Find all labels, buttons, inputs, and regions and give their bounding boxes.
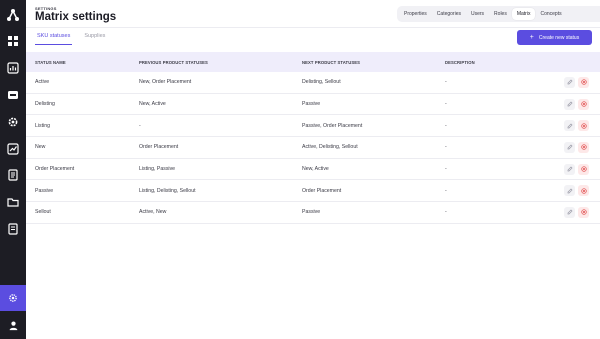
gear-icon[interactable] [6,115,20,129]
status-name-cell: Order Placement [35,166,75,173]
next-statuses-cell: Order Placement [302,187,342,194]
table-row: Sellout Active, New Passive - [26,202,600,224]
row-actions [564,98,589,110]
delete-icon[interactable] [578,163,589,175]
edit-icon[interactable] [564,206,575,218]
next-statuses-cell: Passive [302,101,321,108]
row-actions [564,163,589,175]
edit-icon[interactable] [564,185,575,197]
column-header-previous-statuses: PREVIOUS PRODUCT STATUSES [139,59,208,65]
app-logo-icon[interactable] [5,7,21,23]
tab-matrix[interactable]: Matrix [511,8,536,20]
edit-icon[interactable] [564,163,575,175]
list-icon[interactable] [6,222,20,236]
analytics-icon[interactable] [6,142,20,156]
tab-concepts[interactable]: Concepts [535,8,566,20]
column-header-status-name: STATUS NAME [35,59,66,65]
next-statuses-cell: New, Active [302,166,329,173]
description-cell: - [445,166,447,173]
tab-roles[interactable]: Roles [489,8,512,20]
previous-statuses-cell: New, Active [139,101,166,108]
previous-statuses-cell: Active, New [139,209,167,216]
status-name-cell: Listing [35,122,50,129]
user-profile-icon[interactable] [6,318,20,332]
main-content: SETTINGS Matrix settings Properties Cate… [26,0,600,339]
settings-nav-item[interactable] [0,285,26,311]
row-actions [564,206,589,218]
description-cell: - [445,144,447,151]
row-actions [564,141,589,153]
table-row: Listing - Passive, Order Placement - [26,115,600,138]
next-statuses-cell: Active, Delisting, Sellout [302,144,358,151]
status-name-cell: Passive [35,187,54,194]
row-actions [564,185,589,197]
page-title: Matrix settings [35,11,117,23]
delete-icon[interactable] [578,185,589,197]
delete-icon[interactable] [578,76,589,88]
previous-statuses-cell: - [139,122,141,129]
edit-icon[interactable] [564,98,575,110]
table-row: Delisting New, Active Passive - [26,94,600,116]
column-header-next-statuses: NEXT PRODUCT STATUSES [302,59,361,65]
settings-icon [9,294,17,302]
description-cell: - [445,79,447,86]
plus-icon: + [529,34,534,41]
delete-icon[interactable] [578,206,589,218]
delete-icon[interactable] [578,141,589,153]
dashboard-icon[interactable] [6,34,20,48]
tab-supplies[interactable]: Supplies [82,31,107,45]
tab-sku-statuses[interactable]: SKU statuses [35,31,73,45]
column-header-description: DESCRIPTION [445,59,475,65]
inbox-icon[interactable] [6,88,20,102]
delete-icon[interactable] [578,120,589,132]
next-statuses-cell: Passive, Order Placement [302,122,363,129]
table-row: Order Placement Listing, Passive New, Acti… [26,159,600,181]
previous-statuses-cell: Listing, Delisting, Sellout [139,187,196,194]
status-name-cell: New [35,144,46,151]
table-row: Active New, Order Placement Delisting, Sel… [26,72,600,94]
tab-properties[interactable]: Properties [399,8,432,20]
sku-statuses-table: STATUS NAME PREVIOUS PRODUCT STATUSES NE… [26,52,600,224]
previous-statuses-cell: New, Order Placement [139,79,192,86]
sidebar [0,0,26,339]
edit-icon[interactable] [564,76,575,88]
next-statuses-cell: Delisting, Sellout [302,79,341,86]
edit-icon[interactable] [564,120,575,132]
status-name-cell: Active [35,79,50,86]
previous-statuses-cell: Listing, Passive [139,166,176,173]
row-actions [564,76,589,88]
table-header: STATUS NAME PREVIOUS PRODUCT STATUSES NE… [26,52,600,72]
create-new-status-button[interactable]: + Create new status [517,30,592,45]
document-icon[interactable] [6,168,20,182]
table-row: Passive Listing, Delisting, Sellout Order … [26,180,600,203]
description-cell: - [445,187,447,194]
create-new-status-label: Create new status [538,34,580,41]
description-cell: - [445,209,447,216]
chart-icon[interactable] [6,61,20,75]
table-row: New Order Placement Active, Delisting, Sel… [26,137,600,159]
description-cell: - [445,101,447,108]
delete-icon[interactable] [578,98,589,110]
sub-tabs: SKU statuses Supplies [35,31,117,45]
tab-categories[interactable]: Categories [432,8,466,20]
edit-icon[interactable] [564,141,575,153]
row-actions [564,120,589,132]
status-name-cell: Sellout [35,209,51,216]
tab-users[interactable]: Users [466,8,489,20]
previous-statuses-cell: Order Placement [139,144,179,151]
folder-icon[interactable] [6,195,20,209]
status-name-cell: Delisting [35,101,55,108]
description-cell: - [445,122,447,129]
header-divider [26,27,600,28]
next-statuses-cell: Passive [302,209,321,216]
settings-tabs: Properties Categories Users Roles Matrix… [397,6,600,22]
